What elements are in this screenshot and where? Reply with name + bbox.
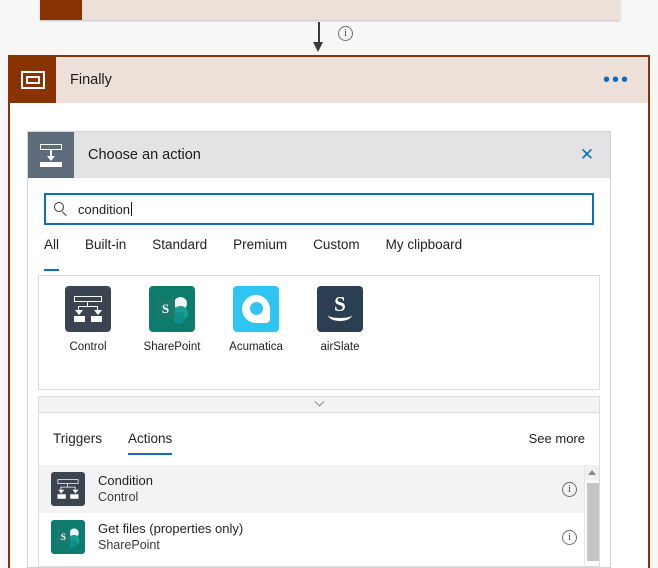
list-item[interactable]: Condition Control i [39,465,599,513]
results-section: Triggers Actions See more Condition Cont… [38,413,600,567]
connector-results-panel: Control S SharePoint Acumatica S airSlat… [38,275,600,390]
connector-label: SharePoint [143,341,201,353]
close-icon[interactable]: ✕ [564,132,610,178]
connector-label: Control [69,341,107,353]
search-value: condition [78,201,131,217]
scope-title: Finally [70,72,112,88]
tab-premium[interactable]: Premium [233,237,287,271]
scope-card-header[interactable]: Finally ••• [10,57,648,103]
connector-tile-sharepoint[interactable]: S SharePoint [141,286,203,353]
info-icon[interactable]: i [338,26,353,41]
tab-actions[interactable]: Actions [128,431,173,455]
connector-label: Acumatica [229,341,283,353]
connector-line [318,22,320,44]
result-tabs: Triggers Actions See more [39,413,599,465]
see-more-link[interactable]: See more [529,431,585,446]
picker-title: Choose an action [88,147,201,163]
action-results-list: Condition Control i S Get files (propert… [39,465,599,566]
choose-an-action-panel: Choose an action ✕ condition All Built-i… [27,131,611,568]
list-item-title: Condition [98,473,153,488]
tab-all[interactable]: All [44,237,60,271]
scroll-up-arrow-icon[interactable] [585,465,599,480]
tab-built-in[interactable]: Built-in [85,237,126,271]
chevron-down-icon[interactable] [38,396,600,413]
connector-tile-airslate[interactable]: S airSlate [309,286,371,353]
control-icon [51,472,85,506]
connector-arrowhead [313,42,324,52]
connector-label: airSlate [320,341,360,353]
tab-custom[interactable]: Custom [313,237,360,271]
previous-action-body [82,0,620,20]
search-input[interactable]: condition [44,193,594,225]
list-item[interactable]: S Get files (properties only) SharePoint… [39,513,599,561]
previous-action-icon [40,0,82,20]
list-item-text: Condition Control [85,472,562,506]
list-item-subtitle: SharePoint [98,538,160,552]
search-container: condition [28,178,610,237]
text-caret [131,202,133,216]
search-icon [54,201,69,217]
connector-tile-control[interactable]: Control [57,286,119,353]
connector-tile-acumatica[interactable]: Acumatica [225,286,287,353]
list-item-text: Get files (properties only) SharePoint [85,520,562,554]
info-icon[interactable]: i [562,481,577,497]
picker-header: Choose an action ✕ [28,132,610,178]
control-icon [65,286,111,332]
scrollbar-thumb[interactable] [586,483,599,561]
list-item-title: Get files (properties only) [98,521,244,536]
sharepoint-icon: S [149,286,195,332]
sharepoint-icon: S [51,520,85,554]
previous-action-card[interactable] [40,0,620,20]
flow-connector-arrow [310,22,328,52]
info-icon[interactable]: i [562,529,577,545]
list-item-subtitle: Control [98,490,139,504]
acumatica-icon [233,286,279,332]
results-scrollbar[interactable] [584,465,599,566]
tab-triggers[interactable]: Triggers [53,431,102,455]
flow-designer-canvas: i Finally ••• Choose an action ✕ conditi… [0,0,658,568]
scope-overflow-menu-button[interactable]: ••• [603,70,648,90]
scope-icon [10,57,56,103]
tab-standard[interactable]: Standard [152,237,207,271]
tab-my-clipboard[interactable]: My clipboard [386,237,463,271]
category-tabs: All Built-in Standard Premium Custom My … [28,237,610,271]
merge-action-icon [28,132,74,178]
airslate-icon: S [317,286,363,332]
